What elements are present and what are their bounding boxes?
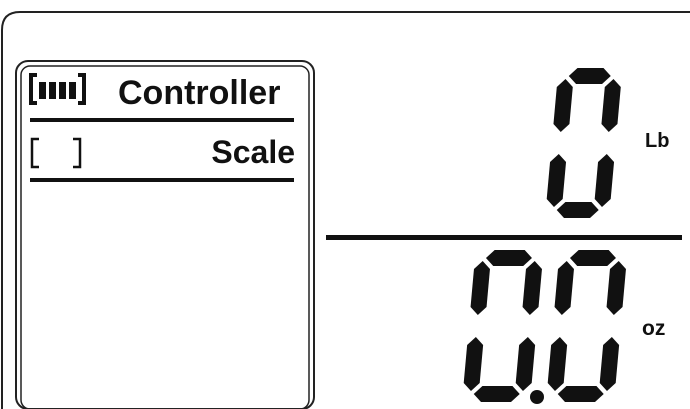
segment-c [599, 337, 620, 391]
ounces-unit-label: oz [642, 317, 666, 340]
ounces-digits [463, 250, 626, 404]
divider-controller [30, 118, 294, 122]
segment-e [547, 337, 568, 391]
battery-empty-icon [30, 137, 82, 169]
pounds-unit-label: Lb [645, 130, 670, 152]
controller-label: Controller [118, 74, 281, 112]
scale-display: Controller Scale Lb oz [0, 0, 690, 409]
segment-f [554, 261, 574, 315]
segment-a [569, 250, 616, 266]
segment-d [557, 386, 604, 402]
pounds-digits [546, 68, 621, 218]
ounces-decimal-point [530, 390, 544, 404]
segment-f [553, 79, 573, 132]
segment-c [515, 337, 536, 391]
status-panel-frame-inner [20, 65, 310, 409]
segment-a [485, 250, 532, 266]
segment-f [470, 261, 490, 315]
divider-readout [326, 235, 682, 240]
pounds-digit-0 [546, 68, 621, 218]
segment-d [473, 386, 520, 402]
segment-b [601, 79, 621, 132]
segment-a [568, 68, 611, 84]
ounces-digit-1 [547, 250, 626, 402]
battery-full-icon [29, 73, 86, 105]
ounces-digit-0 [463, 250, 542, 402]
segment-e [546, 154, 567, 207]
segment-b [606, 261, 626, 315]
segment-b [522, 261, 542, 315]
segment-d [556, 202, 599, 218]
segment-e [463, 337, 484, 391]
segment-c [594, 154, 615, 207]
scale-label: Scale [211, 134, 295, 170]
divider-scale [30, 178, 294, 182]
display-frame-graphics [1, 11, 690, 409]
